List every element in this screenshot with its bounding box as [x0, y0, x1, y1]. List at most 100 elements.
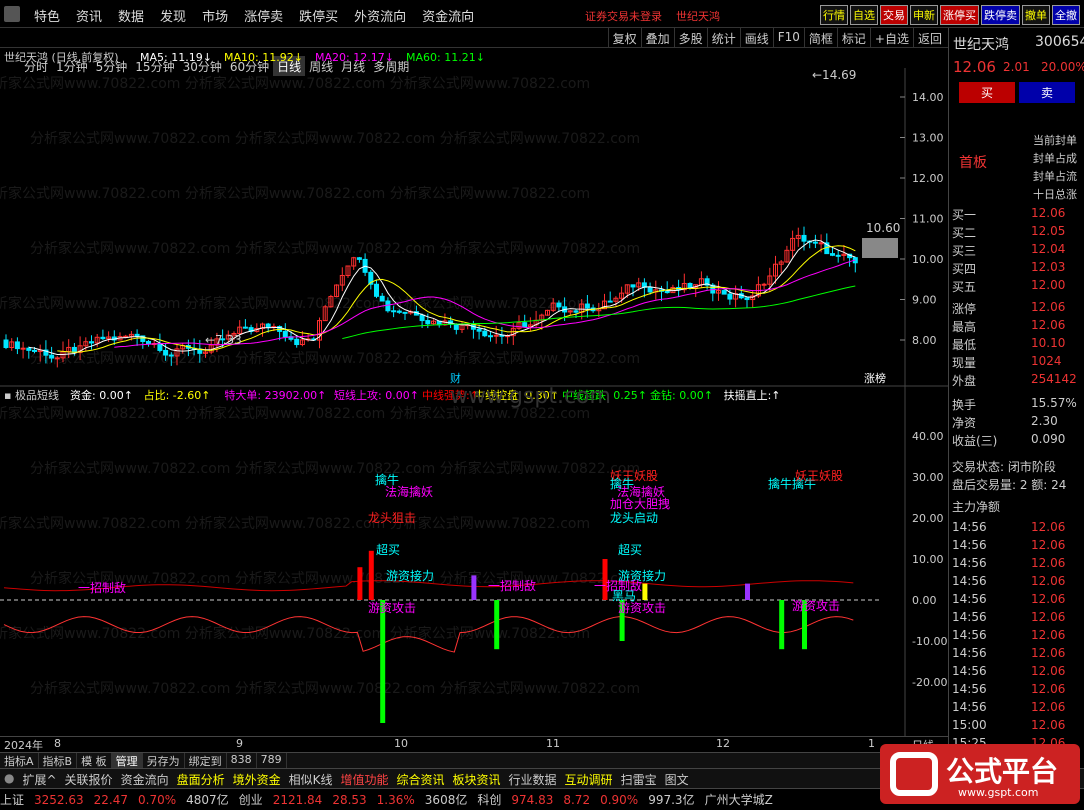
stat-value: 254142: [1031, 372, 1077, 386]
signal-label: 游资攻击: [792, 599, 840, 613]
candle: [71, 346, 77, 353]
toolbar-button[interactable]: F10: [772, 28, 804, 48]
toolbar-button[interactable]: 画线: [739, 28, 773, 48]
toolbar-button[interactable]: 标记: [836, 28, 870, 48]
function-button[interactable]: 综合资讯: [393, 769, 449, 788]
function-button[interactable]: 境外资金: [229, 769, 285, 788]
quick-button[interactable]: 撤单: [1022, 5, 1050, 25]
function-button[interactable]: 互动调研: [561, 769, 617, 788]
toolbar-button[interactable]: 复权: [607, 28, 641, 48]
indicator-value: 占比: -2.60↑: [144, 388, 211, 402]
quick-button[interactable]: 行情: [820, 5, 848, 25]
toolbar-button[interactable]: 统计: [706, 28, 740, 48]
indicator-tab[interactable]: 指标A: [0, 753, 39, 768]
function-button[interactable]: 扫雷宝: [617, 769, 661, 788]
signal-label: 法海擒妖: [385, 484, 433, 499]
indicator-axis-label: -10.00: [912, 635, 947, 648]
stat-value: 0.090: [1031, 432, 1066, 446]
function-button[interactable]: 扩展^: [18, 769, 60, 788]
indicator-tab[interactable]: 指标B: [39, 753, 78, 768]
toolbar-button[interactable]: 多股: [673, 28, 707, 48]
signal-label: 龙头启动: [610, 511, 658, 525]
toolbar-button[interactable]: 简框: [803, 28, 837, 48]
stat-value: 1024: [1031, 354, 1062, 368]
login-notice[interactable]: 证券交易未登录: [585, 8, 662, 24]
stock-code: 300654: [1035, 34, 1084, 50]
toolbar-button[interactable]: +自选: [869, 28, 913, 48]
menu-item[interactable]: 特色: [26, 0, 68, 28]
function-button[interactable]: 盘面分析: [173, 769, 229, 788]
status-item: 1.36%: [376, 792, 415, 807]
signal-label: 超买: [618, 542, 642, 557]
quick-button[interactable]: 跌停卖: [981, 5, 1020, 25]
toolbar-button[interactable]: 叠加: [640, 28, 674, 48]
indicator-axis-label: 10.00: [912, 553, 944, 566]
signal-label: 妖王妖股: [795, 469, 843, 483]
quick-button[interactable]: 申新: [910, 5, 938, 25]
candle: [801, 234, 807, 242]
candle: [168, 354, 174, 357]
menu-item[interactable]: 跌停买: [291, 0, 346, 28]
indicator-tab[interactable]: 789: [257, 753, 287, 768]
menu-item[interactable]: 涨停卖: [236, 0, 291, 28]
sell-button[interactable]: 卖: [1019, 82, 1076, 103]
indicator-tab[interactable]: 管理: [111, 753, 143, 768]
menu-item[interactable]: 数据: [110, 0, 152, 28]
indicator-value: 特大单: 23902.00↑: [224, 388, 326, 402]
stock-price: 12.06: [953, 58, 996, 76]
date-label: 2024年: [4, 739, 43, 752]
price-axis-label: 8.00: [912, 334, 937, 347]
menu-item[interactable]: 外资流向: [346, 0, 414, 28]
function-button[interactable]: 行业数据: [505, 769, 561, 788]
bid-price: 12.06: [1031, 206, 1066, 220]
toggle-switch[interactable]: ●: [0, 769, 18, 788]
stat-label: 最低: [952, 338, 977, 352]
indicator-tab[interactable]: 绑定到: [185, 753, 227, 768]
status-item: 4807亿: [186, 793, 229, 807]
toolbar-button[interactable]: 返回: [912, 28, 946, 48]
menu-item[interactable]: 市场: [194, 0, 236, 28]
function-button[interactable]: 图文: [661, 769, 693, 788]
menu-item[interactable]: 发现: [152, 0, 194, 28]
indicator-axis-label: -20.00: [912, 676, 947, 689]
menu-item[interactable]: 资讯: [68, 0, 110, 28]
net-title: 主力净额: [952, 500, 1001, 514]
function-button[interactable]: 增值功能: [336, 769, 392, 788]
gspt-url: www.gspt.com: [958, 786, 1039, 799]
indicator-value: 扶摇直上:↑: [724, 388, 781, 402]
indicator-value: 短线上攻: 0.00↑: [334, 388, 419, 402]
ma-legend-item: MA60: 11.21↓: [406, 51, 485, 64]
function-button[interactable]: 资金流向: [117, 769, 173, 788]
price-axis-label: 13.00: [912, 132, 944, 145]
date-label: 1: [868, 737, 875, 750]
ma-legend-item: MA10: 11.92↓: [224, 51, 303, 64]
function-button[interactable]: 关联报价: [61, 769, 117, 788]
candle: [396, 310, 402, 313]
bid-price: 12.05: [1031, 224, 1066, 238]
candle: [49, 354, 55, 359]
stock-name: 世纪天鸿: [953, 37, 1009, 53]
after-hours: 盘后交易量: 2 额: 24: [952, 478, 1067, 492]
chart-area[interactable]: 世纪天鸿 (日线,前复权) MA5: 11.19↓ MA10: 11.92↓ MA20…: [0, 48, 948, 736]
watermark: 分析家公式网www.70822.com 分析家公式网www.70822.com …: [30, 240, 640, 257]
indicator-tab[interactable]: 另存为: [143, 753, 185, 768]
signal-label: 超买: [376, 542, 400, 557]
status-item: 0.70%: [138, 792, 177, 807]
candle: [3, 339, 9, 348]
quick-button[interactable]: 自选: [850, 5, 878, 25]
indicator-tab[interactable]: 模 板: [77, 753, 112, 768]
function-button[interactable]: 板块资讯: [449, 769, 505, 788]
watermark: 分析家公式网www.70822.com 分析家公式网www.70822.com …: [0, 515, 590, 532]
status-item: 创业: [238, 793, 263, 807]
menu-item[interactable]: 资金流向: [414, 0, 482, 28]
watermark: 分析家公式网www.70822.com 分析家公式网www.70822.com …: [30, 680, 640, 697]
quick-button[interactable]: 涨停买: [940, 5, 979, 25]
tick-price: 12.06: [1031, 646, 1066, 660]
watermark: 分析家公式网www.70822.com 分析家公式网www.70822.com …: [0, 75, 590, 92]
buy-button[interactable]: 买: [959, 82, 1016, 103]
indicator-tab[interactable]: 838: [227, 753, 257, 768]
stat-label: 收益(三): [952, 434, 998, 448]
function-button[interactable]: 相似K线: [285, 769, 337, 788]
quick-button[interactable]: 全撤: [1052, 5, 1080, 25]
quick-button[interactable]: 交易: [880, 5, 908, 25]
